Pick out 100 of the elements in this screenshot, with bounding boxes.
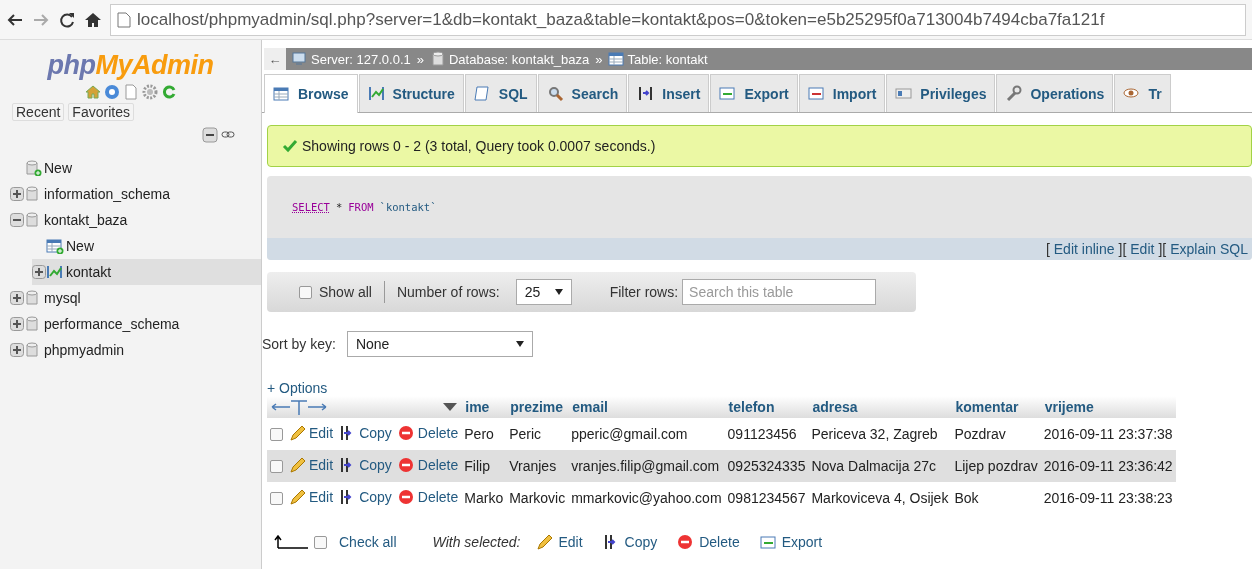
tab[interactable]: Browse bbox=[264, 74, 358, 113]
expand-icon[interactable] bbox=[32, 265, 46, 279]
tree-item[interactable]: information_schema bbox=[44, 186, 171, 202]
with-selected-label: With selected: bbox=[432, 534, 521, 550]
options-link[interactable]: + Options bbox=[267, 380, 328, 396]
expand-icon[interactable] bbox=[10, 291, 24, 305]
breadcrumb-link[interactable]: Database: kontakt_baza bbox=[448, 51, 590, 67]
table-cell: mmarkovic@yahoo.com bbox=[568, 482, 725, 514]
tab[interactable]: Search bbox=[537, 74, 628, 112]
tab[interactable]: Structure bbox=[358, 74, 464, 112]
row-checkbox[interactable] bbox=[270, 491, 283, 505]
table-cell: Vranjes bbox=[506, 450, 569, 482]
tree-item[interactable]: performance_schema bbox=[44, 316, 180, 332]
bracket: [ bbox=[1045, 241, 1050, 257]
row-action-link[interactable]: Delete bbox=[397, 488, 459, 505]
checkmark-icon bbox=[282, 139, 298, 153]
table-cell: Pero bbox=[461, 418, 507, 450]
breadcrumb-link[interactable]: Table: kontakt bbox=[627, 51, 708, 67]
search-field[interactable]: Search this table bbox=[682, 279, 877, 305]
row-checkbox[interactable] bbox=[270, 459, 283, 473]
query-link[interactable]: Explain SQL bbox=[1170, 241, 1248, 257]
query-link[interactable]: Edit inline bbox=[1053, 241, 1115, 257]
checkbox-label[interactable]: Show all bbox=[319, 284, 372, 300]
tab[interactable]: Export bbox=[710, 74, 798, 112]
tree-item[interactable]: New bbox=[44, 160, 72, 176]
expand-icon[interactable] bbox=[10, 317, 24, 331]
tab[interactable]: SQL bbox=[464, 74, 537, 112]
collapse-icon[interactable] bbox=[10, 213, 24, 227]
column-header[interactable]: adresa bbox=[808, 396, 952, 418]
bulk-action-link[interactable]: Delete bbox=[677, 534, 740, 550]
checkbox[interactable] bbox=[299, 285, 312, 299]
query-link[interactable]: Edit bbox=[1130, 241, 1155, 257]
reload-icon[interactable] bbox=[58, 10, 76, 29]
delete-icon bbox=[397, 424, 414, 441]
bulk-action-link[interactable]: Copy bbox=[602, 534, 658, 550]
tab[interactable]: Tr bbox=[1114, 74, 1171, 112]
database-icon bbox=[429, 51, 446, 67]
collapse-button[interactable]: ← bbox=[264, 48, 286, 70]
row-action-link[interactable]: Delete bbox=[397, 424, 459, 441]
address-bar[interactable]: localhost/phpmyadmin/sql.php?server=1&db=kontakt_baza&table=kontakt&pos=0&token=e5b25295f0a713004b7494cba7fa121f bbox=[110, 3, 1246, 36]
tab[interactable]: Privileges bbox=[886, 74, 996, 112]
tab[interactable]: Operations bbox=[996, 74, 1114, 112]
checkbox-label[interactable]: Check all bbox=[339, 534, 397, 550]
column-header[interactable]: ime bbox=[461, 396, 507, 418]
operations-icon bbox=[1005, 85, 1023, 102]
tree-item[interactable]: mysql bbox=[44, 290, 81, 306]
sidebar-tab-button[interactable]: Favorites bbox=[68, 103, 134, 121]
structure-icon bbox=[367, 85, 385, 102]
table-cell: 2016-09-11 23:36:42 bbox=[1040, 450, 1176, 482]
row-action-link[interactable]: Edit bbox=[289, 424, 334, 441]
field-label: Filter rows: bbox=[609, 284, 679, 300]
phpmyadmin-logo[interactable]: phpMyAdmin bbox=[0, 50, 261, 81]
server-icon bbox=[292, 51, 308, 67]
pencil-icon bbox=[289, 488, 305, 505]
tab[interactable]: Insert bbox=[628, 74, 710, 112]
delete-icon bbox=[397, 488, 414, 505]
checkbox[interactable] bbox=[314, 535, 327, 549]
column-header[interactable]: vrijeme bbox=[1040, 396, 1176, 418]
tree-item[interactable]: New bbox=[66, 238, 94, 254]
row-checkbox[interactable] bbox=[270, 427, 283, 441]
bulk-action-link[interactable]: Edit bbox=[536, 534, 583, 550]
column-header[interactable]: komentar bbox=[951, 396, 1041, 418]
sql-text: * bbox=[335, 201, 343, 213]
import-icon bbox=[807, 85, 825, 102]
expand-icon[interactable] bbox=[10, 187, 24, 201]
tab[interactable]: Import bbox=[798, 74, 886, 112]
bulk-action-link[interactable]: Export bbox=[759, 534, 823, 550]
rows-dropdown[interactable]: 25 bbox=[515, 279, 572, 305]
sql-table-name: `kontakt` bbox=[379, 201, 437, 213]
tree-item[interactable]: kontakt_baza bbox=[44, 212, 128, 228]
sql-keyword[interactable]: SELECT bbox=[292, 201, 330, 213]
sort-caret-icon[interactable] bbox=[443, 403, 458, 411]
breadcrumb-link[interactable]: Server: 127.0.0.1 bbox=[311, 51, 411, 67]
column-header[interactable]: email bbox=[568, 396, 725, 418]
tree-item[interactable]: kontakt bbox=[66, 264, 112, 280]
column-header[interactable]: telefon bbox=[724, 396, 809, 418]
row-action-link[interactable]: Copy bbox=[339, 488, 392, 505]
field-label: Number of rows: bbox=[396, 284, 500, 300]
home-icon[interactable] bbox=[84, 10, 102, 29]
table-cell: Lijep pozdrav bbox=[951, 450, 1041, 482]
row-action-link[interactable]: Copy bbox=[339, 424, 392, 441]
database-add-icon bbox=[24, 160, 42, 176]
tree-item[interactable]: phpmyadmin bbox=[44, 342, 125, 358]
row-action-link[interactable]: Edit bbox=[289, 488, 334, 505]
expand-icon[interactable] bbox=[10, 343, 24, 357]
sort-dropdown[interactable]: None bbox=[346, 331, 533, 357]
sidebar-tab-button[interactable]: Recent bbox=[12, 103, 65, 121]
sql-keyword: FROM bbox=[348, 201, 374, 213]
breadcrumb-separator: » bbox=[595, 51, 603, 67]
table-cell: Peric bbox=[506, 418, 569, 450]
collapse-all-icon[interactable] bbox=[202, 127, 218, 143]
arrow-up-icon bbox=[274, 535, 308, 549]
column-header[interactable]: prezime bbox=[506, 396, 569, 418]
table-cell: 0925324335 bbox=[724, 450, 809, 482]
table-cell: Filip bbox=[461, 450, 507, 482]
table-cell: Markoviceva 4, Osijek bbox=[808, 482, 952, 514]
message-text: Showing rows 0 - 2 (3 total, Query took 0.0007 seconds.) bbox=[302, 138, 656, 154]
settings-icon[interactable] bbox=[141, 84, 158, 100]
dropdown-caret-icon bbox=[515, 341, 524, 347]
table-cell: 0981234567 bbox=[724, 482, 809, 514]
